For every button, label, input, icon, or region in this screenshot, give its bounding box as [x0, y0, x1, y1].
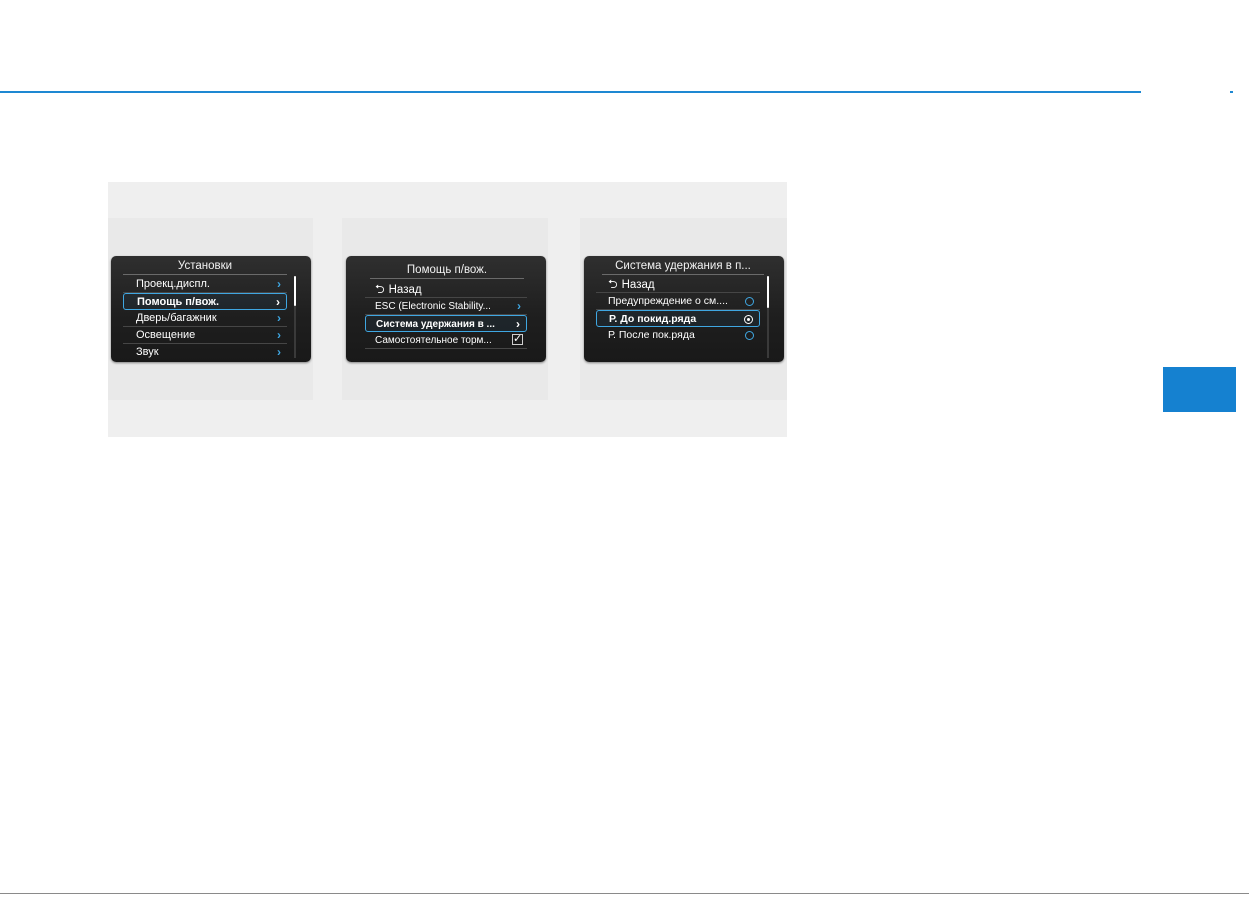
- back-button[interactable]: ⮌ Назад: [596, 276, 760, 293]
- screen-title: Помощь п/вож.: [370, 262, 524, 279]
- menu-item-label: Система удержания в ...: [376, 319, 495, 330]
- option-label: Предупреждение о см....: [608, 295, 728, 307]
- settings-screen: Установки Проекц.диспл. › Помощь п/вож. …: [111, 256, 311, 362]
- menu-item-autonomous-braking[interactable]: Самостоятельное торм... ✓: [365, 332, 527, 349]
- menu-item-door-tailgate[interactable]: Дверь/багажник ›: [123, 310, 287, 327]
- back-button[interactable]: ⮌ Назад: [365, 281, 527, 298]
- menu-item-label: Освещение: [136, 329, 196, 341]
- back-arrow-icon: ⮌: [375, 282, 385, 296]
- chevron-right-icon: ›: [516, 317, 520, 331]
- scrollbar[interactable]: [767, 276, 769, 358]
- back-label: Назад: [621, 279, 655, 291]
- option-after-leaving-lane[interactable]: Р. После пок.ряда: [596, 327, 760, 344]
- radio-selected-icon[interactable]: [744, 315, 753, 324]
- header-rule: [0, 91, 1141, 93]
- menu-item-label: ESC (Electronic Stability...: [375, 301, 491, 312]
- menu-item-lane-keeping[interactable]: Система удержания в ... ›: [365, 315, 527, 332]
- back-label: Назад: [388, 284, 422, 296]
- back-arrow-icon: ⮌: [608, 277, 618, 291]
- radio-icon[interactable]: [745, 331, 754, 340]
- option-label: Р. После пок.ряда: [608, 329, 695, 341]
- menu-item-projection-display[interactable]: Проекц.диспл. ›: [123, 276, 287, 293]
- scroll-thumb[interactable]: [767, 276, 769, 308]
- menu-item-label: Самостоятельное торм...: [375, 335, 492, 346]
- menu-item-esc[interactable]: ESC (Electronic Stability... ›: [365, 298, 527, 315]
- menu-item-label: Дверь/багажник: [136, 312, 217, 324]
- menu-item-lighting[interactable]: Освещение ›: [123, 327, 287, 344]
- option-before-leaving-lane[interactable]: Р. До покид.ряда: [596, 310, 760, 327]
- chevron-right-icon: ›: [277, 277, 281, 291]
- lane-keeping-screen: Система удержания в п... ⮌ Назад Предупре…: [584, 256, 784, 362]
- menu-item-label: Проекц.диспл.: [136, 278, 210, 290]
- chapter-tab: [1163, 367, 1236, 412]
- chevron-right-icon: ›: [277, 345, 281, 359]
- menu-item-driver-assistance[interactable]: Помощь п/вож. ›: [123, 293, 287, 310]
- driver-assistance-screen: Помощь п/вож. ⮌ Назад ESC (Electronic Sta…: [346, 256, 546, 362]
- chevron-right-icon: ›: [277, 311, 281, 325]
- checkbox-checked-icon[interactable]: ✓: [512, 334, 523, 345]
- radio-icon[interactable]: [745, 297, 754, 306]
- option-lane-warning[interactable]: Предупреждение о см....: [596, 293, 760, 310]
- chevron-right-icon: ›: [276, 295, 280, 309]
- menu-item-label: Помощь п/вож.: [137, 296, 220, 308]
- chevron-right-icon: ›: [517, 299, 521, 313]
- scrollbar[interactable]: [294, 276, 296, 358]
- footer-rule: [0, 893, 1249, 894]
- screen-title: Система удержания в п...: [602, 258, 764, 275]
- header-rule-end: [1230, 91, 1233, 93]
- screen-title: Установки: [123, 258, 287, 275]
- chevron-right-icon: ›: [277, 328, 281, 342]
- menu-item-sound[interactable]: Звук ›: [123, 344, 287, 361]
- option-label: Р. До покид.ряда: [609, 313, 697, 325]
- menu-item-label: Звук: [136, 346, 159, 358]
- scroll-thumb[interactable]: [294, 276, 296, 306]
- figure-panel: Установки Проекц.диспл. › Помощь п/вож. …: [108, 182, 787, 437]
